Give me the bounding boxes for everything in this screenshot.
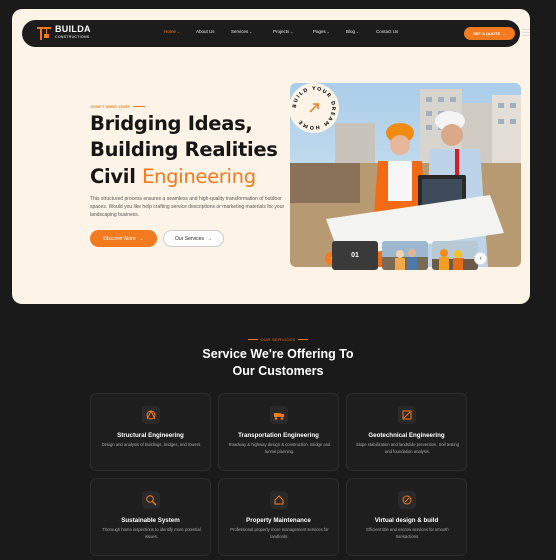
crane-logo-icon xyxy=(37,27,51,40)
structure-icon xyxy=(141,406,160,424)
hero-title-line3: Civil Engineering xyxy=(90,165,256,188)
navbar: BUILDA CONSTRUCTIONS Home⌄ About Us Serv… xyxy=(22,20,530,47)
service-card[interactable]: Structural Engineering Design and analys… xyxy=(90,393,211,471)
hero-description: This structured process ensures a seamle… xyxy=(90,196,285,218)
truck-icon xyxy=(269,406,288,424)
get-quote-button[interactable]: GET A QUOTE → xyxy=(464,27,515,40)
service-card[interactable]: Property Maintenance Professional proper… xyxy=(218,478,339,556)
hero-title-line1: Bridging Ideas, xyxy=(90,112,253,135)
nav-contact[interactable]: Contact Us xyxy=(376,29,398,34)
slide-number: 01 xyxy=(351,252,359,259)
chevron-down-icon: ⌄ xyxy=(356,30,359,34)
tools-icon xyxy=(397,406,416,424)
service-card[interactable]: Sustainable System Thorough home inspect… xyxy=(90,478,211,556)
nav-services[interactable]: Services⌄ xyxy=(231,29,252,34)
brand-name[interactable]: BUILDA xyxy=(55,24,91,34)
services-eyebrow: OUR SERVICES xyxy=(0,337,556,342)
our-services-button[interactable]: Our Services → xyxy=(163,230,224,247)
services-title: Service We're Offering To Our Customers xyxy=(202,347,354,378)
magnifier-icon xyxy=(141,491,160,509)
arrow-right-icon: → xyxy=(502,31,507,36)
slide-thumb[interactable] xyxy=(432,241,478,270)
nav-projects[interactable]: Projects⌄ xyxy=(273,29,293,34)
chevron-down-icon: ⌄ xyxy=(326,30,330,34)
service-card[interactable]: Transportation Engineering Roadway & hig… xyxy=(218,393,339,471)
nav-about[interactable]: About Us xyxy=(196,29,215,34)
chevron-down-icon: ⌄ xyxy=(249,30,253,34)
arrow-right-icon: → xyxy=(206,235,212,242)
chevron-down-icon: ⌄ xyxy=(177,30,180,34)
hero-section: BUILDA CONSTRUCTIONS Home⌄ About Us Serv… xyxy=(12,9,530,304)
slide-thumb-active[interactable]: 01 xyxy=(332,241,378,270)
design-icon xyxy=(397,491,416,509)
discover-more-button[interactable]: Discover More → xyxy=(90,230,157,247)
hero-eyebrow: DON'T MISS OUT! xyxy=(91,104,145,109)
hero-title-line2: Building Realities xyxy=(90,138,278,161)
nav-pages[interactable]: Pages⌄ xyxy=(313,29,330,34)
service-card[interactable]: Geotechnical Engineering Slope stabiliza… xyxy=(346,393,467,471)
slide-thumb[interactable] xyxy=(382,241,428,270)
nav-blog[interactable]: Blog⌄ xyxy=(346,29,359,34)
chevron-down-icon: ⌄ xyxy=(290,30,294,34)
service-card[interactable]: Virtual design & build Efficient title a… xyxy=(346,478,467,556)
rotating-badge: BUILD YOUR DREAM HOME xyxy=(289,83,339,133)
slider-next-button[interactable]: › xyxy=(474,252,487,265)
brand-tagline: CONSTRUCTIONS xyxy=(55,35,90,39)
arrow-right-icon: → xyxy=(138,235,144,242)
nav-home[interactable]: Home⌄ xyxy=(164,29,180,34)
hamburger-menu-icon[interactable] xyxy=(522,29,530,37)
house-hand-icon xyxy=(269,491,288,509)
